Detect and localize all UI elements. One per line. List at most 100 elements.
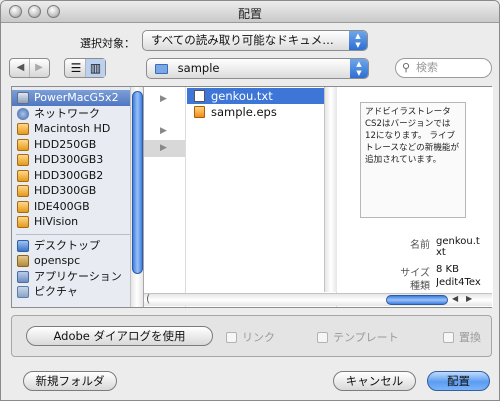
file-list: genkou.txt sample.eps xyxy=(187,87,336,120)
sidebar-item-label: ネットワーク xyxy=(34,106,100,120)
select-target-value: すべての読み取り可能なドキュメ… xyxy=(151,33,334,47)
forward-button[interactable]: ▶ xyxy=(30,59,48,77)
sidebar-item-places-1[interactable]: openspc xyxy=(12,253,143,269)
search-field[interactable]: ⚲ 検索 xyxy=(395,58,492,78)
parent-column: ▶ ▶ ▶ xyxy=(144,87,186,307)
preview-kind-value: Jedit4Tex xyxy=(436,277,481,288)
sidebar-scroll-thumb[interactable] xyxy=(132,91,143,274)
scroll-left-icon[interactable]: ( xyxy=(146,292,150,305)
horizontal-scrollbar[interactable]: ( ◀ ▶ xyxy=(144,292,492,306)
link-checkbox-box[interactable] xyxy=(226,331,237,343)
sidebar-devices: PowerMacG5x2 ネットワーク Macintosh HD HDD250GB HD… xyxy=(12,87,143,230)
disclosure-arrow-icon: ▶ xyxy=(160,126,167,136)
sidebar-item-label: Macintosh HD xyxy=(34,122,111,135)
hard-disk-icon xyxy=(17,138,29,151)
eps-file-icon xyxy=(194,106,205,118)
sidebar-item-label: HiVision xyxy=(34,215,79,228)
sidebar-places: デスクトップ openspc アプリケーション ピクチャ xyxy=(12,238,143,300)
sidebar-item-label: PowerMacG5x2 xyxy=(34,91,119,104)
replace-checkbox[interactable]: 置換 xyxy=(443,329,481,345)
sidebar-item-label: HDD250GB xyxy=(34,137,97,151)
use-adobe-dialog-button[interactable]: Adobe ダイアログを使用 xyxy=(26,326,213,346)
sidebar-item-devices-0[interactable]: PowerMacG5x2 xyxy=(12,90,143,106)
horizontal-scroll-thumb[interactable] xyxy=(386,295,448,305)
file-browser: PowerMacG5x2 ネットワーク Macintosh HD HDD250GB HD… xyxy=(11,86,493,308)
hard-disk-icon xyxy=(17,154,29,166)
sidebar-item-label: HDD300GB xyxy=(34,184,97,197)
hard-disk-icon xyxy=(17,169,29,182)
sidebar-item-label: IDE400GB xyxy=(34,199,90,213)
text-file-icon xyxy=(194,90,205,102)
file-row[interactable]: sample.eps xyxy=(187,104,336,120)
cancel-button[interactable]: キャンセル xyxy=(333,371,416,391)
scroll-right-arrow-icon[interactable]: ▶ xyxy=(466,294,472,303)
preview-text: アドビイラストレータCS2はバージョンでは12になります。 ライブトレースなどの… xyxy=(360,102,466,218)
file-name: sample.eps xyxy=(211,105,277,119)
preview-column: アドビイラストレータCS2はバージョンでは12になります。 ライブトレースなどの… xyxy=(338,87,493,307)
select-target-label: 選択対象： xyxy=(80,37,135,50)
replace-checkbox-box[interactable] xyxy=(443,331,454,343)
sidebar-item-devices-7[interactable]: IDE400GB xyxy=(12,199,143,215)
hard-disk-icon xyxy=(17,216,29,228)
preview-name-value: genkou.t xt xyxy=(436,236,480,258)
popup-arrows-icon: ▲ ▼ xyxy=(350,59,368,78)
file-row[interactable]: genkou.txt xyxy=(187,88,336,104)
place-button[interactable]: 配置 xyxy=(427,371,490,391)
title-bar: 配置 xyxy=(1,1,499,23)
hard-disk-icon xyxy=(17,123,29,135)
files-column: genkou.txt sample.eps xyxy=(187,87,337,307)
preview-name-label: 名前 xyxy=(410,240,430,251)
link-label: リンク xyxy=(242,331,275,344)
disclosure-arrow-icon: ▶ xyxy=(160,143,167,153)
options-panel: Adobe ダイアログを使用 リンク テンプレート 置換 xyxy=(11,315,492,357)
new-folder-button[interactable]: 新規フォルダ xyxy=(23,371,117,391)
search-placeholder: 検索 xyxy=(416,61,438,74)
sidebar-item-label: ピクチャ xyxy=(34,285,78,298)
pictures-icon xyxy=(17,286,29,298)
template-checkbox-box[interactable] xyxy=(317,331,328,343)
network-icon xyxy=(17,107,29,120)
desktop-icon xyxy=(17,239,29,252)
sidebar-item-devices-1[interactable]: ネットワーク xyxy=(12,106,143,122)
sidebar: PowerMacG5x2 ネットワーク Macintosh HD HDD250GB HD… xyxy=(12,87,144,307)
sidebar-item-devices-6[interactable]: HDD300GB xyxy=(12,183,143,199)
preview-size-value: 8 KB xyxy=(436,264,459,275)
sidebar-scrollbar[interactable] xyxy=(130,87,143,307)
sidebar-item-label: デスクトップ xyxy=(34,238,100,252)
select-target-popup[interactable]: すべての読み取り可能なドキュメ… ▲ ▼ xyxy=(142,30,368,51)
files-scrollbar[interactable] xyxy=(324,87,337,292)
popup-arrows-icon: ▲ ▼ xyxy=(349,31,367,50)
sidebar-divider xyxy=(16,233,139,235)
preview-kind-label: 種類 xyxy=(410,281,430,292)
sidebar-item-devices-3[interactable]: HDD250GB xyxy=(12,137,143,153)
selected-folder-row[interactable]: ▶ xyxy=(144,140,185,157)
applications-icon xyxy=(17,270,29,283)
sidebar-item-devices-8[interactable]: HiVision xyxy=(12,214,143,230)
sidebar-item-devices-4[interactable]: HDD300GB3 xyxy=(12,152,143,168)
sidebar-item-devices-5[interactable]: HDD300GB2 xyxy=(12,168,143,184)
replace-label: 置換 xyxy=(459,331,481,344)
hard-disk-icon xyxy=(17,185,29,197)
list-view-icon[interactable]: ☰ xyxy=(67,59,86,77)
template-label: テンプレート xyxy=(333,331,399,344)
link-checkbox[interactable]: リンク xyxy=(226,329,275,345)
sidebar-item-devices-2[interactable]: Macintosh HD xyxy=(12,121,143,137)
sidebar-item-label: HDD300GB2 xyxy=(34,168,104,182)
sidebar-item-label: アプリケーション xyxy=(34,269,122,283)
sidebar-item-label: HDD300GB3 xyxy=(34,153,104,166)
file-name: genkou.txt xyxy=(211,89,273,103)
template-checkbox[interactable]: テンプレート xyxy=(317,329,399,345)
computer-icon xyxy=(17,92,29,104)
place-dialog: 配置 選択対象： すべての読み取り可能なドキュメ… ▲ ▼ ◀ ▶ ☰ ▥ sam… xyxy=(0,0,500,401)
scroll-left-arrow-icon[interactable]: ◀ xyxy=(452,294,458,303)
search-icon: ⚲ xyxy=(402,61,411,74)
folder-icon xyxy=(155,63,168,74)
sidebar-item-places-0[interactable]: デスクトップ xyxy=(12,238,143,254)
window-title: 配置 xyxy=(237,7,262,21)
back-button[interactable]: ◀ xyxy=(12,59,30,77)
location-folder: sample xyxy=(177,61,220,75)
location-popup[interactable]: sample ▲ ▼ xyxy=(146,58,369,79)
sidebar-item-places-3[interactable]: ピクチャ xyxy=(12,284,143,300)
sidebar-item-places-2[interactable]: アプリケーション xyxy=(12,269,143,285)
column-view-icon[interactable]: ▥ xyxy=(86,59,105,77)
